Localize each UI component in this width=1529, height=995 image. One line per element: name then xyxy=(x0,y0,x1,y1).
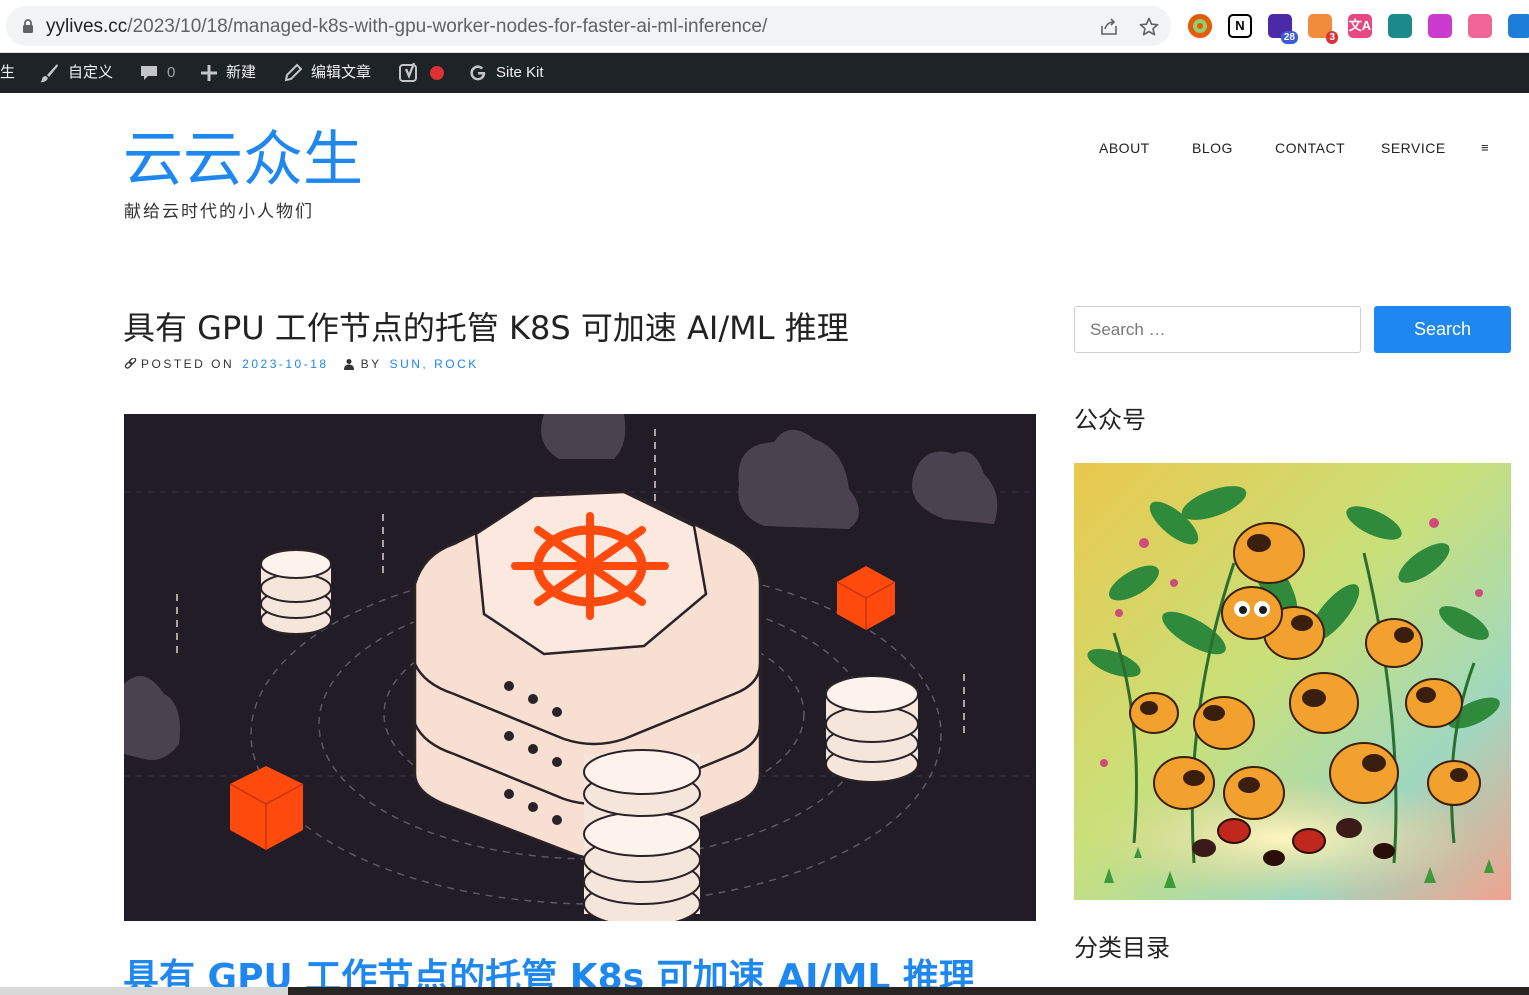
by-label: BY xyxy=(360,357,382,371)
admin-comments-count: 0 xyxy=(167,64,176,81)
lock-icon[interactable] xyxy=(20,18,36,34)
paintbrush-icon xyxy=(40,64,58,83)
comment-icon xyxy=(141,66,157,80)
admin-new[interactable]: 新建 xyxy=(200,53,256,93)
blue-ext-icon[interactable] xyxy=(1508,14,1529,38)
widget-title-wechat: 公众号 xyxy=(1074,406,1146,434)
site-title[interactable]: 云云众生 xyxy=(123,124,363,196)
kubernetes-helm-icon xyxy=(511,512,669,620)
admin-yoast[interactable] xyxy=(398,53,444,93)
address-bar[interactable]: yylives.cc/2023/10/18/managed-k8s-with-g… xyxy=(6,6,1171,46)
search-input[interactable] xyxy=(1074,306,1361,353)
post-meta: POSTED ON 2023-10-18 BY SUN, ROCK xyxy=(124,357,479,371)
notion-icon-label: N xyxy=(1235,18,1245,33)
ant-artwork-image xyxy=(1074,463,1511,900)
browser-toolbar: yylives.cc/2023/10/18/managed-k8s-with-g… xyxy=(0,0,1529,53)
wp-admin-bar: 生 自定义 0 新建 编辑文章 Site Kit xyxy=(0,53,1529,93)
admin-site-name[interactable]: 生 xyxy=(0,53,15,93)
notion-icon[interactable]: N xyxy=(1228,14,1252,38)
cloud-ext-icon[interactable]: 3 xyxy=(1308,14,1338,44)
horizontal-scrollbar[interactable] xyxy=(0,987,1529,995)
post-featured-image[interactable] xyxy=(124,414,1036,921)
site-tagline: 献给云时代的小人物们 xyxy=(124,202,314,222)
post-date-link[interactable]: 2023-10-18 xyxy=(242,357,328,371)
post-authors-link[interactable]: SUN, ROCK xyxy=(390,357,479,371)
admin-edit-post[interactable]: 编辑文章 xyxy=(283,53,371,93)
admin-new-label: 新建 xyxy=(226,64,257,81)
admin-site-name-text: 生 xyxy=(0,64,16,81)
menu-toggle-icon[interactable]: ≡ xyxy=(1481,140,1489,155)
admin-comments[interactable]: 0 xyxy=(139,53,175,93)
post-title: 具有 GPU 工作节点的托管 K8S 可加速 AI/ML 推理 xyxy=(123,309,849,347)
author-icon xyxy=(343,359,354,370)
purple-ext-icon[interactable] xyxy=(1428,14,1452,38)
admin-customize[interactable]: 自定义 xyxy=(38,53,113,93)
pencil-icon xyxy=(284,63,303,82)
url-text[interactable]: yylives.cc/2023/10/18/managed-k8s-with-g… xyxy=(46,16,767,38)
search-button[interactable]: Search xyxy=(1374,306,1511,353)
wechat-widget-image[interactable] xyxy=(1074,463,1511,900)
kubernetes-illustration xyxy=(124,414,1036,921)
admin-edit-post-label: 编辑文章 xyxy=(311,64,372,81)
widget-title-categories: 分类目录 xyxy=(1074,934,1170,962)
graduation-cap-icon[interactable]: 28 xyxy=(1268,14,1298,44)
plus-icon xyxy=(201,65,217,81)
admin-customize-label: 自定义 xyxy=(68,64,114,81)
graduation-cap-icon-badge: 28 xyxy=(1280,31,1298,44)
nav-about[interactable]: ABOUT xyxy=(1099,140,1150,156)
seo-status-dot-icon xyxy=(430,66,444,80)
admin-site-kit-label: Site Kit xyxy=(496,64,544,81)
link-icon xyxy=(124,357,137,369)
grid-ext-icon[interactable] xyxy=(1388,14,1412,38)
url-path: /2023/10/18/managed-k8s-with-gpu-worker-… xyxy=(127,16,768,37)
scrollbar-thumb[interactable] xyxy=(288,987,1529,995)
chrome-ext-icon[interactable] xyxy=(1188,14,1212,38)
admin-site-kit[interactable]: Site Kit xyxy=(468,53,544,93)
url-host: yylives.cc xyxy=(46,16,128,37)
translate-icon-label: 文A xyxy=(1348,18,1372,33)
posted-on-label: POSTED ON xyxy=(141,357,235,371)
translate-icon[interactable]: 文A xyxy=(1348,14,1372,38)
cloud-ext-icon-badge: 3 xyxy=(1326,31,1338,44)
bookmark-star-icon[interactable] xyxy=(1138,16,1160,38)
disk-stack-left xyxy=(260,549,332,635)
nav-blog[interactable]: BLOG xyxy=(1192,140,1233,156)
nav-contact[interactable]: CONTACT xyxy=(1275,140,1345,156)
yoast-icon xyxy=(399,62,417,82)
google-g-icon xyxy=(470,65,486,81)
share-icon[interactable] xyxy=(1098,16,1120,38)
nav-service[interactable]: SERVICE xyxy=(1381,140,1446,156)
weibo-ext-icon[interactable] xyxy=(1468,14,1492,38)
